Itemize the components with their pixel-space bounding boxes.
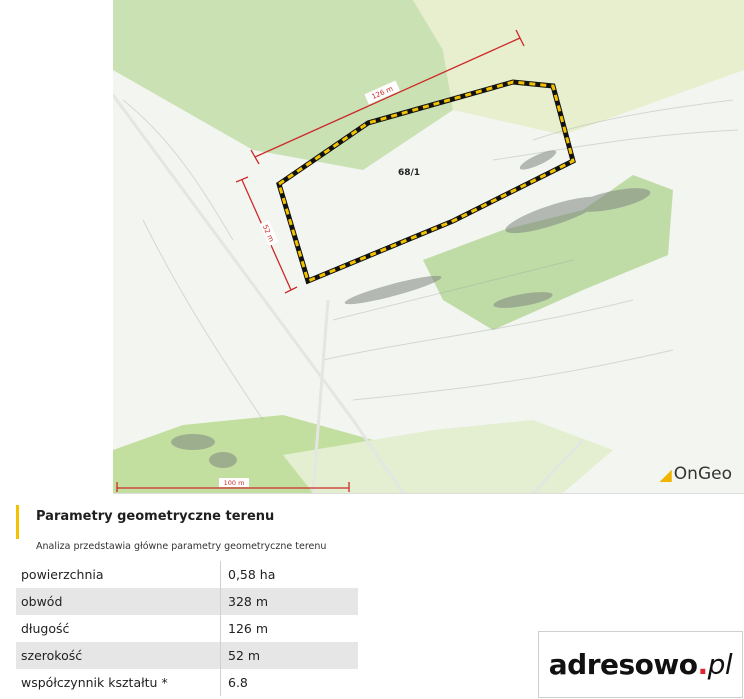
param-value: 126 m (220, 615, 358, 642)
adresowo-logo[interactable]: adresowo.pl (538, 631, 743, 698)
ongeo-brand: ◢ OnGeo (659, 464, 732, 484)
param-value: 0,58 ha (220, 561, 358, 588)
ongeo-logo-icon: ◢ (659, 464, 672, 484)
table-row: szerokość 52 m (16, 642, 358, 669)
logo-name: adresowo (548, 648, 698, 681)
table-row: współczynnik kształtu * 6.8 (16, 669, 358, 696)
param-label: obwód (16, 588, 221, 615)
logo-dot: . (697, 648, 709, 681)
ongeo-brand-text: OnGeo (673, 464, 732, 484)
table-row: obwód 328 m (16, 588, 358, 615)
adresowo-logo-text: adresowo.pl (548, 648, 733, 681)
scale-label: 100 m (224, 479, 245, 487)
table-row: powierzchnia 0,58 ha (16, 561, 358, 588)
param-value: 328 m (220, 588, 358, 615)
param-value: 6.8 (220, 669, 358, 696)
param-label: współczynnik kształtu * (21, 675, 168, 690)
section-title: Parametry geometryczne terenu (36, 509, 275, 524)
section-subtitle: Analiza przedstawia główne parametry geo… (36, 541, 327, 552)
param-label: długość (21, 621, 70, 636)
logo-tld: pl (707, 648, 733, 681)
param-label: szerokość (16, 642, 221, 669)
parcel-map: 68/1 126 m 52 m 100 m ◢ OnGeo (113, 0, 744, 494)
parameters-table: powierzchnia 0,58 ha obwód 328 m długość… (16, 561, 358, 696)
param-label: powierzchnia (21, 567, 104, 582)
parcel-label: 68/1 (398, 168, 420, 178)
map-canvas: 68/1 126 m 52 m 100 m (113, 0, 744, 493)
table-row: długość 126 m (16, 615, 358, 642)
param-value: 52 m (220, 642, 358, 669)
section-accent-bar (16, 505, 19, 539)
